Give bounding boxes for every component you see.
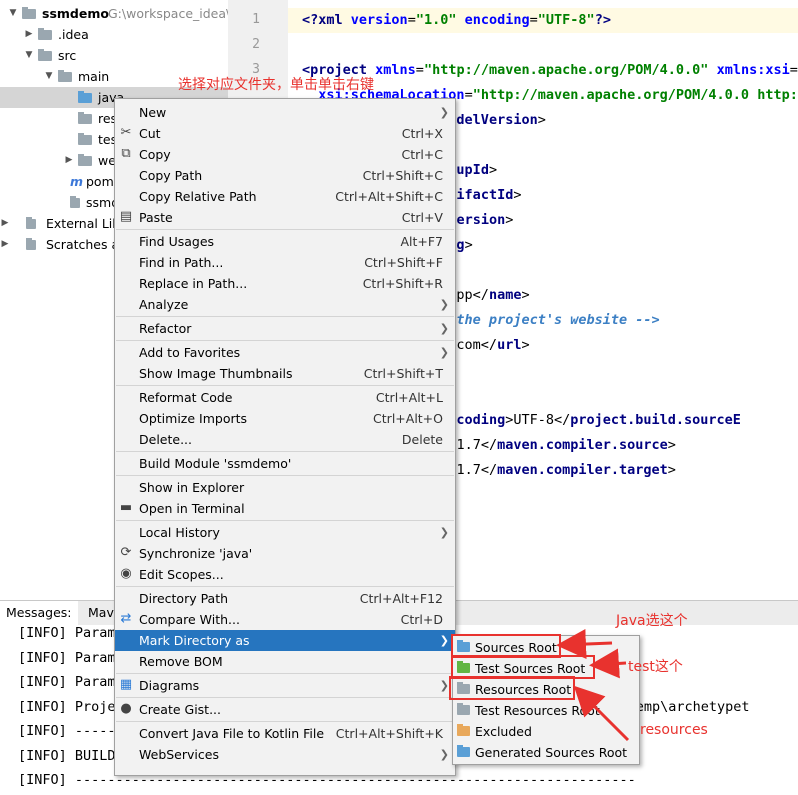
arrow-test (589, 648, 627, 679)
arrow-java (556, 629, 613, 660)
arrow-resources (573, 685, 630, 742)
annotation-arrows (556, 629, 630, 742)
